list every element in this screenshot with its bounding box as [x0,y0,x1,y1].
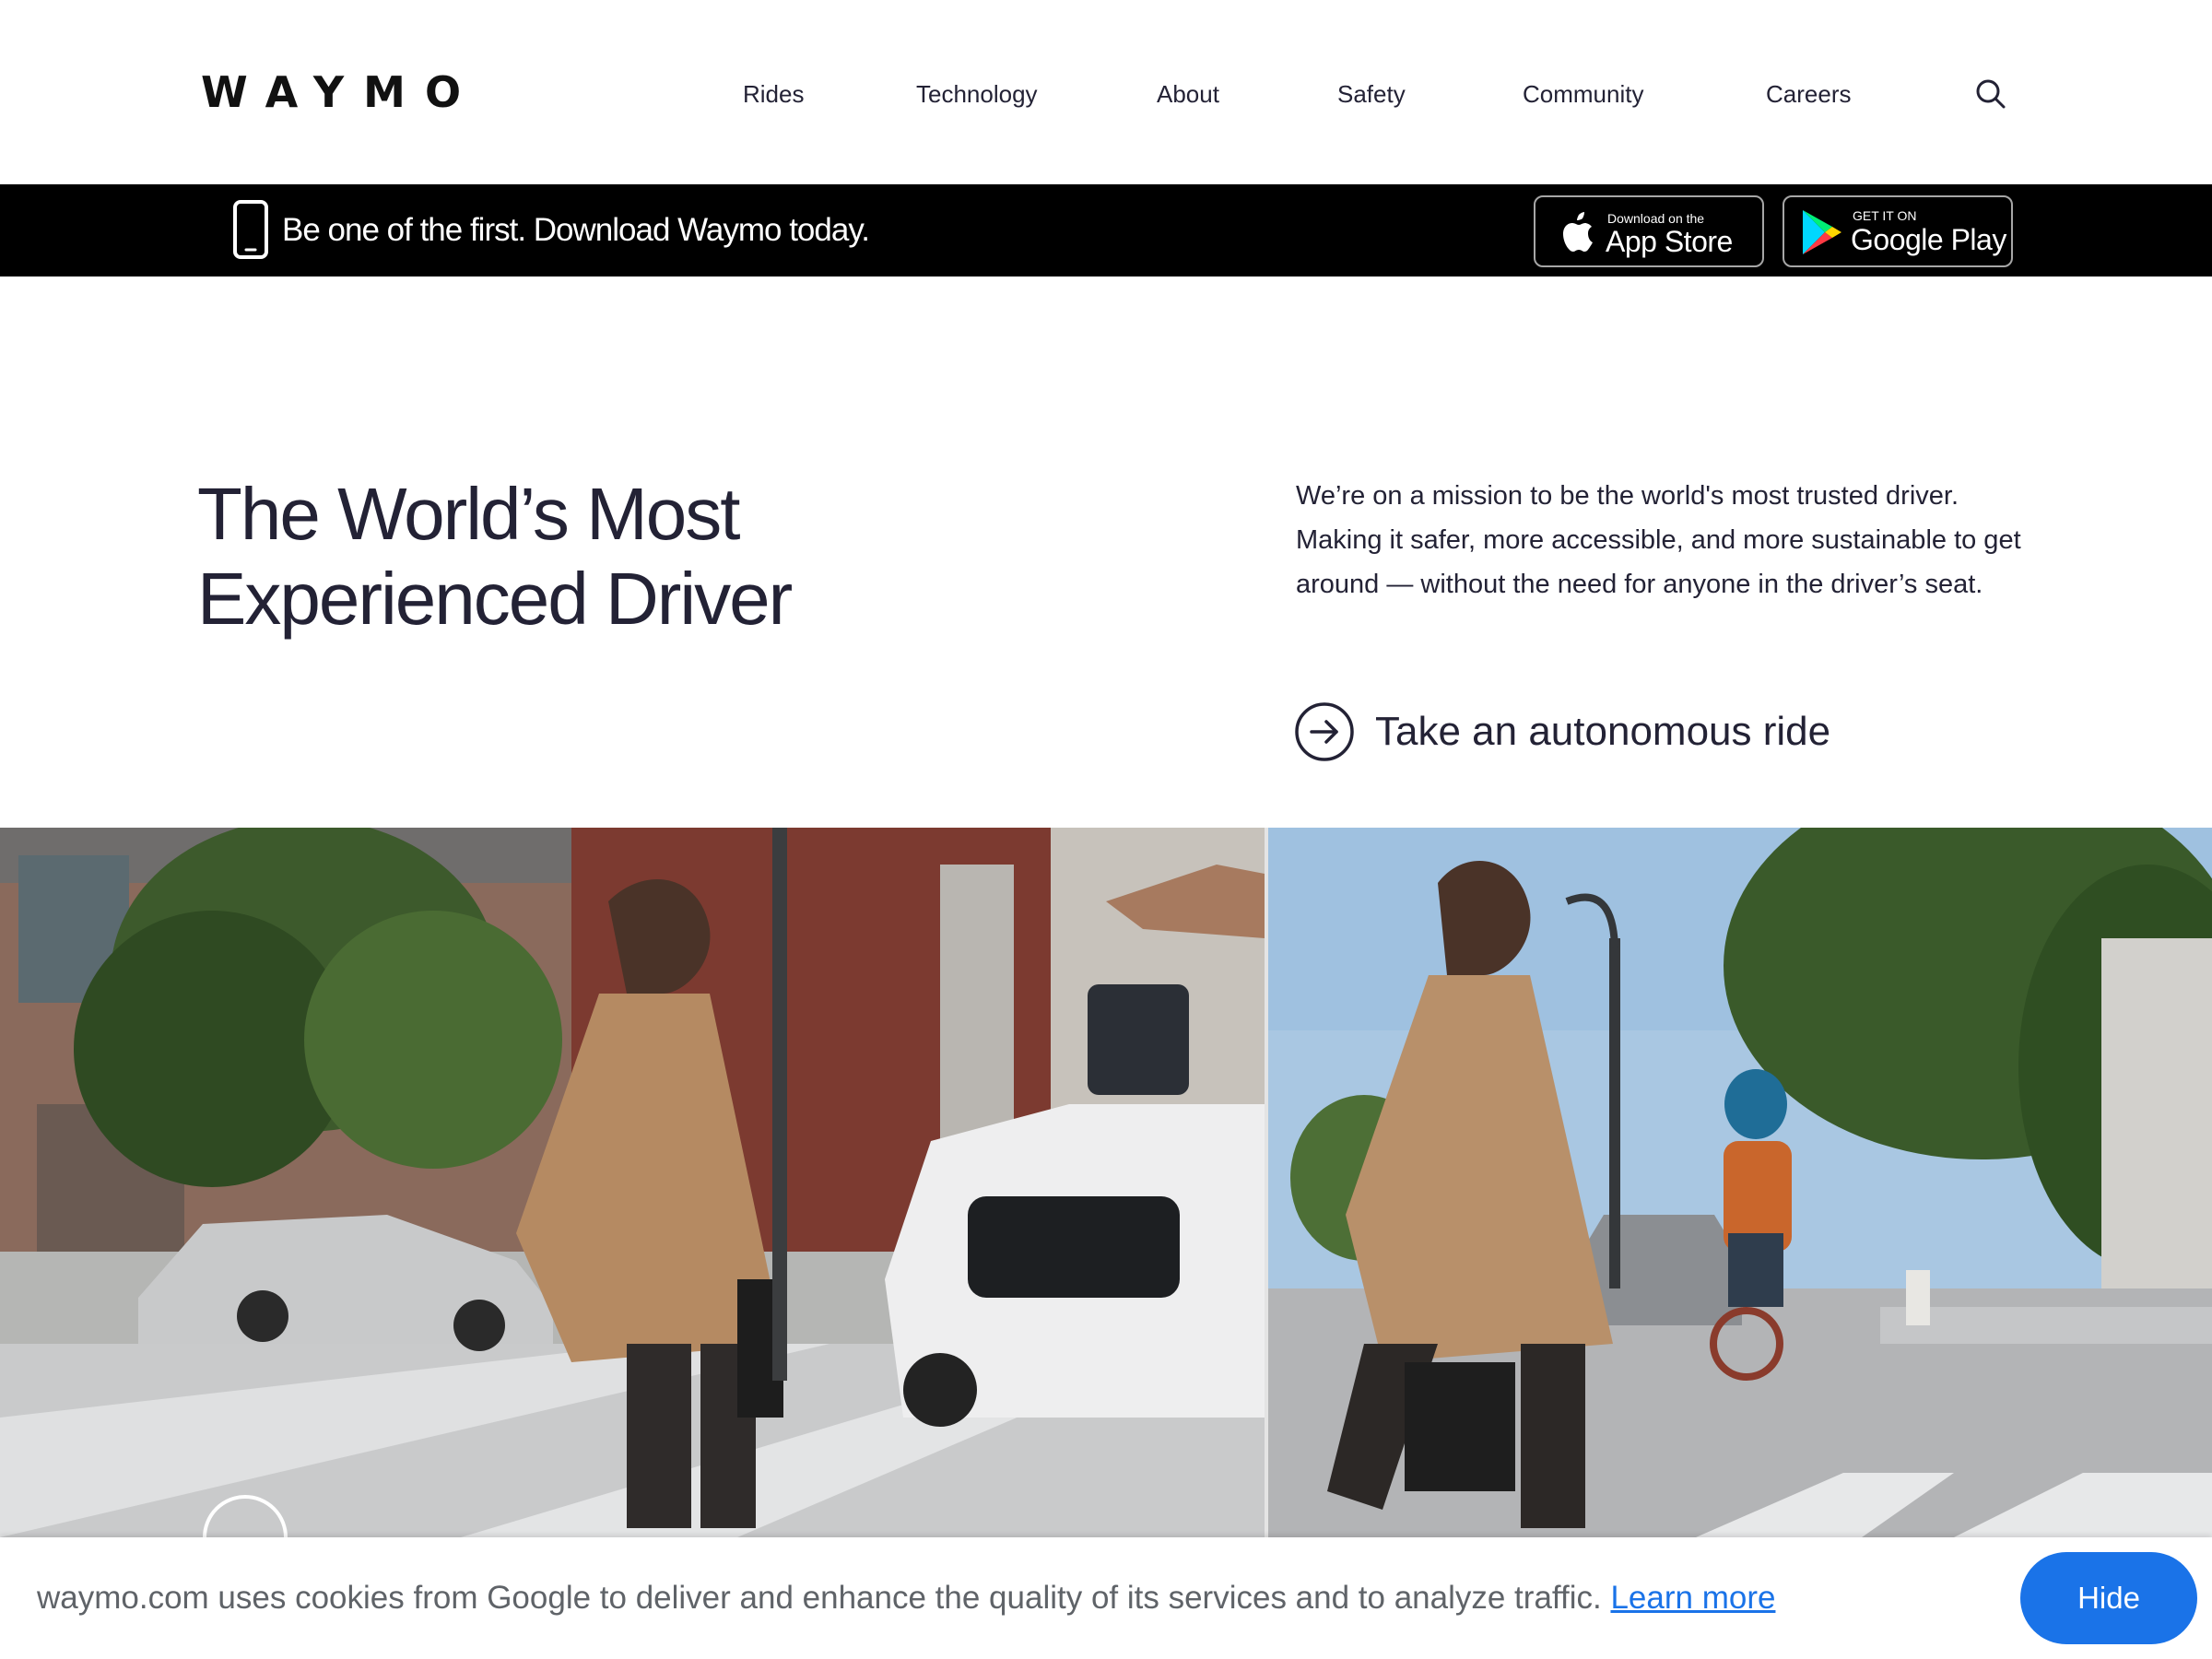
take-ride-label: Take an autonomous ride [1375,709,1831,754]
download-banner: Be one of the first. Download Waymo toda… [0,184,2212,276]
waymo-logo[interactable]: WAYMO [201,65,480,120]
hero-title-line-1: The World’s Most [197,473,740,555]
cookie-message: waymo.com uses cookies from Google to de… [37,1580,1602,1616]
take-ride-link[interactable]: Take an autonomous ride [1294,699,1830,765]
google-play-big-text: Google Play [1851,223,2006,256]
hide-cookie-button[interactable]: Hide [2020,1552,2197,1644]
app-store-big-text: App Store [1606,225,1733,258]
nav-careers[interactable]: Careers [1766,76,1851,112]
nav-about[interactable]: About [1157,76,1219,112]
left-photo-panel [0,828,1265,1537]
search-icon[interactable] [1972,76,2009,112]
right-photo-panel [1268,828,2212,1537]
nav-community[interactable]: Community [1523,76,1643,112]
cookie-text: waymo.com uses cookies from Google to de… [37,1578,1775,1618]
cookie-banner: waymo.com uses cookies from Google to de… [0,1537,2212,1659]
hero-photo [0,828,2212,1537]
hero-title: The World’s Most Experienced Driver [197,472,1119,641]
nav-technology[interactable]: Technology [916,76,1038,112]
apple-icon [1563,212,1593,252]
learn-more-link[interactable]: Learn more [1610,1580,1775,1616]
app-store-small-text: Download on the [1607,211,1705,226]
google-play-small-text: GET IT ON [1853,208,1917,223]
hero-description: We’re on a mission to be the world's mos… [1296,481,2021,599]
phone-icon [232,199,269,260]
google-play-button[interactable]: GET IT ON Google Play [1783,195,2013,267]
google-play-icon [1803,210,1841,254]
site-header: WAYMO Rides Technology About Safety Comm… [0,0,2212,184]
nav-safety[interactable]: Safety [1337,76,1406,112]
arrow-right-circle-icon [1295,702,1354,761]
hide-button-label: Hide [2077,1581,2140,1615]
hero-title-line-2: Experienced Driver [197,558,793,640]
banner-text: Be one of the first. Download Waymo toda… [282,212,870,248]
nav-rides[interactable]: Rides [743,76,804,112]
app-store-button[interactable]: Download on the App Store [1534,195,1764,267]
